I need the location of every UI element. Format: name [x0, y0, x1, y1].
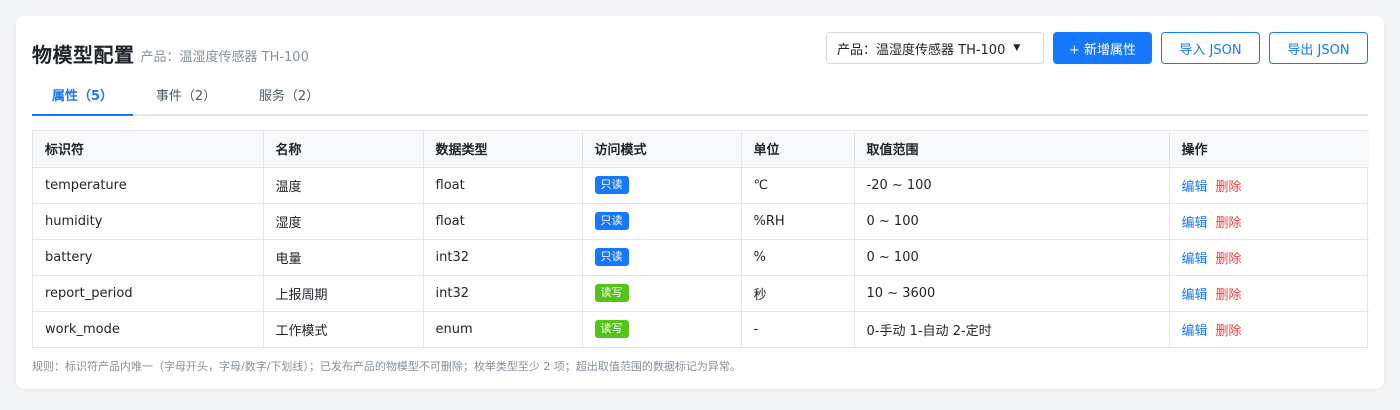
edit-link[interactable]: 编辑 — [1182, 288, 1208, 303]
properties-table: 标识符 名称 数据类型 访问模式 单位 取值范围 操作 temperature … — [32, 130, 1369, 348]
cell-access-mode: 读写 — [582, 275, 742, 312]
cell-unit: % — [741, 239, 855, 276]
cell-identifier: report_period — [33, 275, 264, 312]
cell-name: 湿度 — [263, 203, 424, 240]
cell-unit: 秒 — [741, 275, 855, 312]
column-header-identifier: 标识符 — [33, 131, 264, 168]
page-header: 物模型配置 产品：温湿度传感器 TH-100 产品：温湿度传感器 TH-100 … — [32, 32, 1368, 68]
export-json-button[interactable]: 导出 JSON — [1269, 32, 1368, 64]
cell-name: 温度 — [263, 167, 424, 204]
product-select-value: 产品：温湿度传感器 TH-100 — [837, 42, 1006, 58]
tab-events[interactable]: 事件（2） — [136, 84, 236, 116]
delete-link[interactable]: 删除 — [1216, 288, 1242, 303]
cell-range: 10 ~ 3600 — [854, 275, 1170, 312]
delete-link[interactable]: 删除 — [1216, 324, 1242, 339]
cell-actions: 编辑 删除 — [1169, 167, 1369, 204]
cell-identifier: temperature — [33, 167, 264, 204]
access-badge-readonly: 只读 — [594, 248, 629, 266]
caret-down-icon: ▼ — [1013, 43, 1021, 53]
table-header-row: 标识符 名称 数据类型 访问模式 单位 取值范围 操作 — [33, 131, 1369, 168]
cell-range: 0 ~ 100 — [854, 239, 1170, 276]
cell-access-mode: 只读 — [582, 239, 742, 276]
cell-range: 0-手动 1-自动 2-定时 — [854, 311, 1170, 347]
tab-properties[interactable]: 属性（5） — [32, 84, 133, 116]
table-row: temperature 温度 float 只读 ℃ -20 ~ 100 编辑 删除 — [33, 167, 1369, 204]
cell-data-type: enum — [423, 311, 583, 347]
cell-access-mode: 读写 — [582, 311, 742, 347]
cell-identifier: battery — [33, 239, 264, 276]
cell-data-type: int32 — [423, 275, 583, 312]
tab-bar: 属性（5） 事件（2） 服务（2） — [32, 84, 1368, 116]
column-header-access-mode: 访问模式 — [582, 131, 742, 168]
column-header-unit: 单位 — [741, 131, 855, 168]
column-header-data-type: 数据类型 — [423, 131, 583, 168]
edit-link[interactable]: 编辑 — [1182, 180, 1208, 195]
access-badge-readonly: 只读 — [594, 176, 629, 194]
thing-model-card: 物模型配置 产品：温湿度传感器 TH-100 产品：温湿度传感器 TH-100 … — [16, 16, 1384, 389]
cell-actions: 编辑 删除 — [1169, 239, 1369, 276]
delete-link[interactable]: 删除 — [1216, 216, 1242, 231]
cell-name: 工作模式 — [263, 311, 424, 347]
cell-identifier: humidity — [33, 203, 264, 240]
cell-unit: - — [741, 311, 855, 347]
rules-footnote: 规则：标识符产品内唯一（字母开头，字母/数字/下划线）；已发布产品的物模型不可删… — [32, 360, 741, 373]
page-title: 物模型配置 — [32, 42, 135, 67]
cell-unit: ℃ — [741, 167, 855, 204]
table-row: work_mode 工作模式 enum 读写 - 0-手动 1-自动 2-定时 … — [33, 311, 1369, 347]
cell-data-type: float — [423, 167, 583, 204]
product-select[interactable]: 产品：温湿度传感器 TH-100 ▼ — [826, 32, 1044, 64]
import-json-button[interactable]: 导入 JSON — [1161, 32, 1260, 64]
access-badge-readonly: 只读 — [594, 212, 629, 230]
column-header-range: 取值范围 — [854, 131, 1170, 168]
cell-actions: 编辑 删除 — [1169, 275, 1369, 312]
column-header-actions: 操作 — [1169, 131, 1369, 168]
cell-actions: 编辑 删除 — [1169, 203, 1369, 240]
add-property-button[interactable]: + 新增属性 — [1053, 32, 1152, 64]
table-row: battery 电量 int32 只读 % 0 ~ 100 编辑 删除 — [33, 239, 1369, 276]
edit-link[interactable]: 编辑 — [1182, 324, 1208, 339]
delete-link[interactable]: 删除 — [1216, 252, 1242, 267]
cell-identifier: work_mode — [33, 311, 264, 347]
cell-unit: %RH — [741, 203, 855, 240]
page-subtitle: 产品：温湿度传感器 TH-100 — [140, 49, 309, 65]
cell-access-mode: 只读 — [582, 203, 742, 240]
edit-link[interactable]: 编辑 — [1182, 252, 1208, 267]
edit-link[interactable]: 编辑 — [1182, 216, 1208, 231]
cell-access-mode: 只读 — [582, 167, 742, 204]
cell-range: -20 ~ 100 — [854, 167, 1170, 204]
access-badge-readwrite: 读写 — [594, 320, 629, 339]
cell-range: 0 ~ 100 — [854, 203, 1170, 240]
tab-services[interactable]: 服务（2） — [239, 84, 339, 116]
access-badge-readwrite: 读写 — [594, 284, 629, 302]
cell-name: 电量 — [263, 239, 424, 276]
column-header-name: 名称 — [263, 131, 424, 168]
header-actions: 产品：温湿度传感器 TH-100 ▼ + 新增属性 导入 JSON 导出 JSO… — [826, 32, 1368, 64]
cell-actions: 编辑 删除 — [1169, 311, 1369, 347]
cell-name: 上报周期 — [263, 275, 424, 312]
cell-data-type: int32 — [423, 239, 583, 276]
table-row: humidity 湿度 float 只读 %RH 0 ~ 100 编辑 删除 — [33, 203, 1369, 240]
table-row: report_period 上报周期 int32 读写 秒 10 ~ 3600 … — [33, 275, 1369, 312]
delete-link[interactable]: 删除 — [1216, 180, 1242, 195]
cell-data-type: float — [423, 203, 583, 240]
